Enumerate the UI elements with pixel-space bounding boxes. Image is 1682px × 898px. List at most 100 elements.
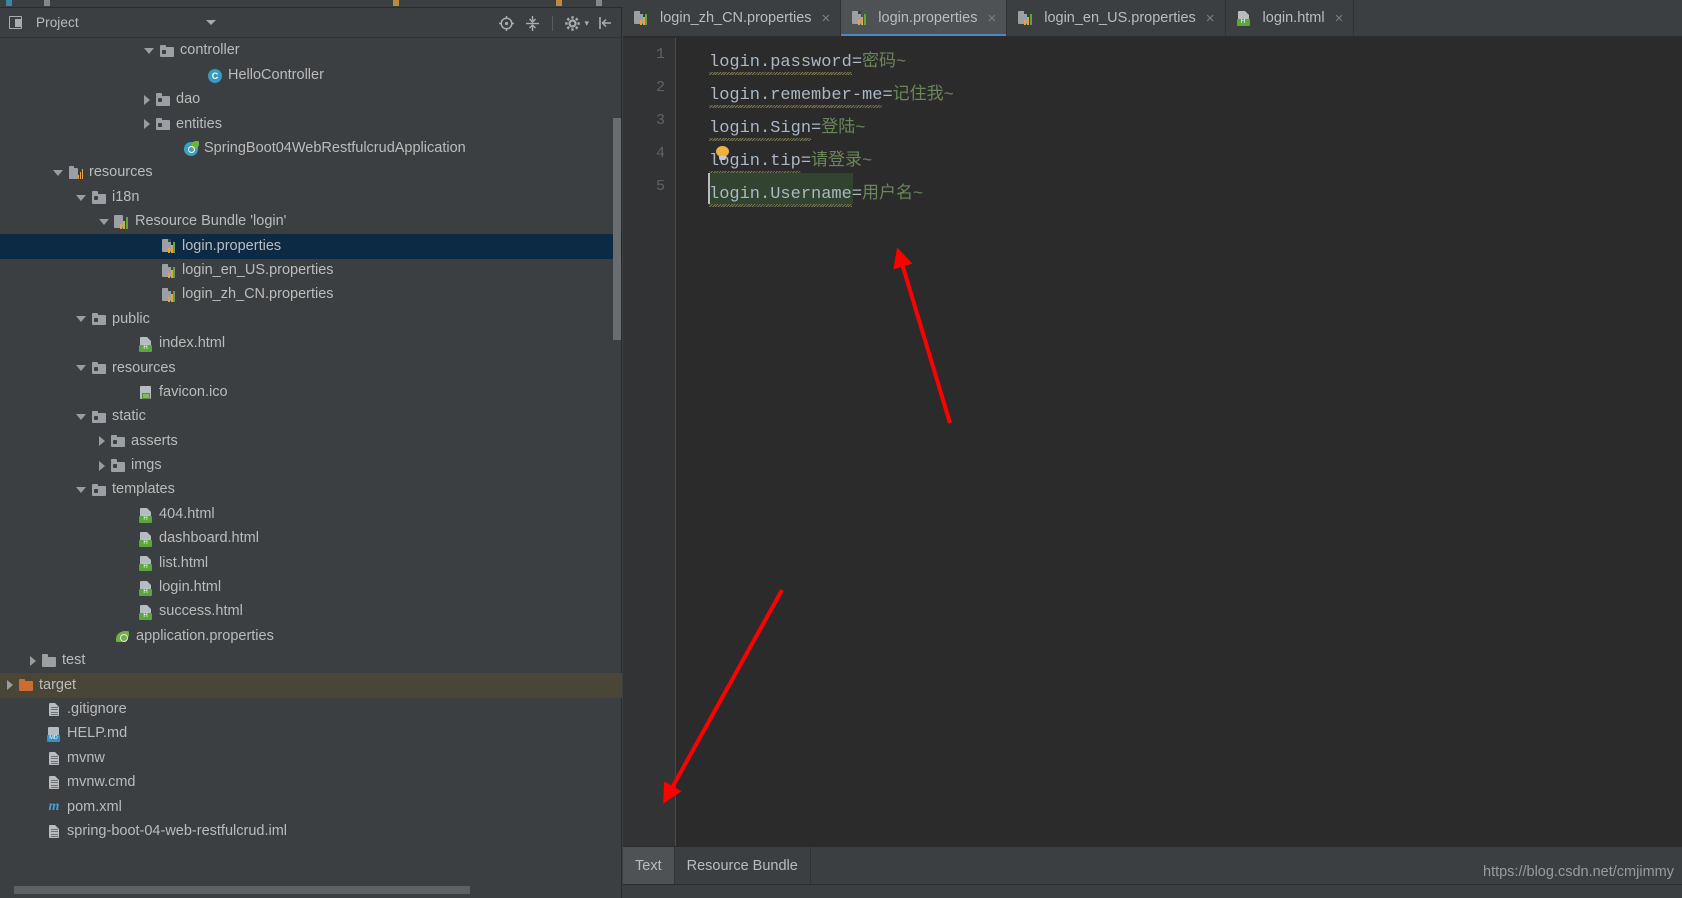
tree-row[interactable]: Resource Bundle 'login': [0, 210, 622, 234]
locate-icon[interactable]: [498, 15, 515, 32]
tree-row[interactable]: resources: [0, 356, 622, 380]
tree-row[interactable]: templates: [0, 478, 622, 502]
tree-row[interactable]: Hindex.html: [0, 332, 622, 356]
code-line[interactable]: login.Sign=登陆~: [709, 112, 865, 138]
expand-arrow-right-icon[interactable]: [144, 94, 150, 105]
gear-icon[interactable]: [564, 15, 581, 32]
tree-row[interactable]: test: [0, 649, 622, 673]
tree-row-label: asserts: [131, 432, 178, 449]
property-key: login.Sign: [709, 119, 812, 138]
toolbar-icon-2[interactable]: [44, 0, 50, 6]
tree-row[interactable]: favicon.ico: [0, 380, 622, 404]
expand-arrow-down-icon[interactable]: [144, 48, 154, 55]
code-line[interactable]: login.remember-me=记住我~: [709, 79, 954, 105]
tree-row[interactable]: public: [0, 307, 622, 331]
tree-row[interactable]: login_en_US.properties: [0, 259, 622, 283]
collapse-all-icon[interactable]: [524, 15, 541, 32]
tree-row-label: resources: [112, 359, 176, 376]
expand-arrow-down-icon[interactable]: [76, 194, 86, 201]
close-tab-icon[interactable]: ×: [987, 11, 996, 26]
tree-row[interactable]: i18n: [0, 185, 622, 209]
expand-arrow-right-icon[interactable]: [7, 680, 13, 691]
tree-row[interactable]: mvnw: [0, 746, 622, 770]
project-tree-scrollbar[interactable]: [613, 118, 621, 340]
tree-row[interactable]: .gitignore: [0, 698, 622, 722]
expand-arrow-right-icon[interactable]: [99, 460, 105, 471]
toolbar-icon-4[interactable]: [556, 0, 562, 6]
close-tab-icon[interactable]: ×: [1335, 11, 1344, 26]
expand-arrow-down-icon[interactable]: [76, 487, 86, 494]
tree-row-label: dao: [176, 91, 201, 108]
property-value: 记住我~: [892, 86, 954, 105]
tree-row[interactable]: Hsuccess.html: [0, 600, 622, 624]
tree-row[interactable]: H 404.html: [0, 502, 622, 526]
tree-row[interactable]: MD HELP.md: [0, 722, 622, 746]
toolbar-icon-5[interactable]: [596, 0, 602, 6]
tree-row[interactable]: dao: [0, 88, 622, 112]
expand-arrow-right-icon[interactable]: [144, 119, 150, 130]
tree-row[interactable]: controller: [0, 39, 622, 63]
code-line[interactable]: login.tip=请登录~: [709, 145, 872, 171]
project-tree[interactable]: controller HelloController dao entities Spri…: [0, 39, 622, 898]
close-tab-icon[interactable]: ×: [1206, 11, 1215, 26]
gear-dropdown-arrow[interactable]: ▾: [584, 18, 589, 29]
editor-tab[interactable]: login.properties ×: [841, 0, 1008, 36]
editor-view-tab[interactable]: Text: [623, 847, 675, 884]
toolbar-icon-3[interactable]: [393, 0, 399, 6]
editor-tab[interactable]: Hlogin.html ×: [1226, 0, 1355, 36]
tree-row[interactable]: HelloController: [0, 63, 622, 87]
editor-tab[interactable]: login_zh_CN.properties ×: [623, 0, 842, 36]
editor-view-tab[interactable]: Resource Bundle: [675, 847, 811, 884]
tree-row[interactable]: spring-boot-04-web-restfulcrud.iml: [0, 820, 622, 844]
maven-file-icon: m: [48, 799, 60, 815]
expand-arrow-down-icon[interactable]: [76, 316, 86, 323]
tree-row[interactable]: Hdashboard.html: [0, 527, 622, 551]
expand-arrow-down-icon[interactable]: [76, 414, 86, 421]
code-line[interactable]: login.Username=用户名~: [709, 178, 923, 204]
properties-file-icon: [161, 263, 177, 279]
tree-row[interactable]: application.properties: [0, 624, 622, 648]
tree-row[interactable]: static: [0, 405, 622, 429]
folder-icon: [91, 190, 107, 206]
intention-bulb-icon[interactable]: [716, 146, 729, 161]
expand-arrow-right-icon[interactable]: [99, 436, 105, 447]
tree-row[interactable]: login_zh_CN.properties: [0, 283, 622, 307]
editor-tab-label: login_en_US.properties: [1044, 10, 1196, 26]
tree-row-label: resources: [89, 164, 153, 181]
code-line[interactable]: login.password=密码~: [709, 46, 906, 72]
expand-arrow-down-icon[interactable]: [53, 170, 63, 177]
toolbar-icon-1[interactable]: [6, 0, 12, 6]
tree-row[interactable]: target: [0, 673, 622, 698]
chevron-down-icon[interactable]: [206, 20, 216, 25]
tree-row-label: success.html: [159, 603, 243, 620]
tree-row[interactable]: asserts: [0, 429, 622, 453]
project-tree-hscrollbar[interactable]: [14, 886, 470, 894]
close-tab-icon[interactable]: ×: [822, 11, 831, 26]
expand-arrow-down-icon[interactable]: [99, 218, 109, 225]
tree-row-label: spring-boot-04-web-restfulcrud.iml: [67, 822, 287, 839]
tree-row[interactable]: mvnw.cmd: [0, 771, 622, 795]
tree-row[interactable]: resources: [0, 161, 622, 185]
tree-row[interactable]: imgs: [0, 454, 622, 478]
tree-row[interactable]: login.properties: [0, 234, 622, 259]
editor-gutter[interactable]: 1 2 3 4 5: [623, 38, 676, 846]
tree-row[interactable]: SpringBoot04WebRestfulcrudApplication: [0, 137, 622, 161]
folder-icon: [91, 360, 107, 376]
tree-row[interactable]: Hlist.html: [0, 551, 622, 575]
editor-body[interactable]: 12345 login.password=密码~ login.remember-m…: [623, 38, 1682, 846]
tree-row-label: mvnw.cmd: [67, 774, 136, 791]
editor-tabbar[interactable]: login_zh_CN.properties × login.properties ×…: [623, 0, 1682, 37]
tree-row[interactable]: Hlogin.html: [0, 576, 622, 600]
editor-code[interactable]: login.password=密码~ login.remember-me=记住我~…: [676, 38, 1682, 846]
expand-arrow-down-icon[interactable]: [76, 365, 86, 372]
line-number: 2: [655, 79, 665, 96]
expand-arrow-right-icon[interactable]: [30, 655, 36, 666]
tree-row[interactable]: m pom.xml: [0, 795, 622, 819]
tree-row[interactable]: entities: [0, 112, 622, 136]
hide-panel-icon[interactable]: [598, 15, 613, 31]
editor-tab[interactable]: login_en_US.properties ×: [1007, 0, 1226, 36]
